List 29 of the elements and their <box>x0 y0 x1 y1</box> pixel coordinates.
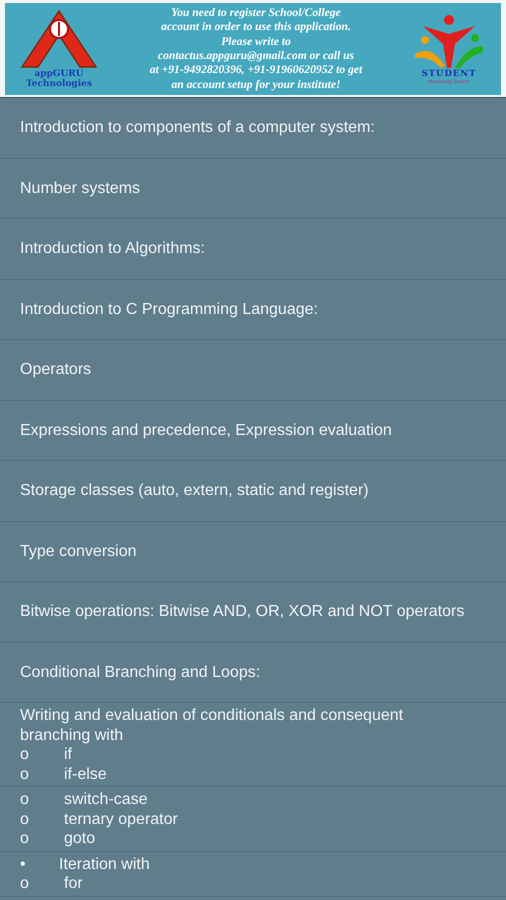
topic-text: if <box>64 745 72 764</box>
topic-text: Introduction to components of a computer system: <box>20 118 375 138</box>
bullet-marker: o <box>20 874 30 894</box>
bullet-marker: o <box>20 764 30 784</box>
topic-text: Storage classes (auto, extern, static and register) <box>20 481 369 500</box>
logo-text: Technologies <box>26 79 92 89</box>
topic-text: Type conversion <box>20 542 137 561</box>
topic-text: Number systems <box>20 178 140 198</box>
logo-title: STUDENT <box>422 70 476 78</box>
topic-text: for <box>64 874 83 894</box>
topic-text: Iteration with <box>59 854 150 874</box>
topic-text: if-else <box>64 764 107 784</box>
bullet-marker: o <box>20 790 30 810</box>
topic-text: goto <box>64 829 96 848</box>
topic-text: switch-case <box>64 790 148 810</box>
bullet-marker: o <box>20 829 30 848</box>
topic-text: Bitwise operations: Bitwise AND, OR, XOR and NOT operators <box>20 602 464 622</box>
logo-icon <box>20 9 98 69</box>
topic-text: Operators <box>20 360 92 380</box>
register-message: You need to register School/College account in order to use this application. Please write to contactus.appguru@gmail.com or call us at +91-9492820396, +91-91960620952 to get an account setup for your institute! <box>150 6 362 92</box>
bullet-marker: o <box>20 745 30 764</box>
topic-text: Conditional Branching and Loops: <box>20 662 260 682</box>
logo-text: appGURU <box>34 69 84 79</box>
topic-text: Introduction to C Programming Language: <box>20 300 318 319</box>
bullet-marker: o <box>20 810 30 829</box>
topic-text: ternary operator <box>64 810 178 829</box>
bullet-marker: • <box>20 854 27 874</box>
topic-text: Introduction to Algorithms: <box>20 239 205 258</box>
topic-text: Expressions and precedence, Expression evaluation <box>20 420 392 440</box>
